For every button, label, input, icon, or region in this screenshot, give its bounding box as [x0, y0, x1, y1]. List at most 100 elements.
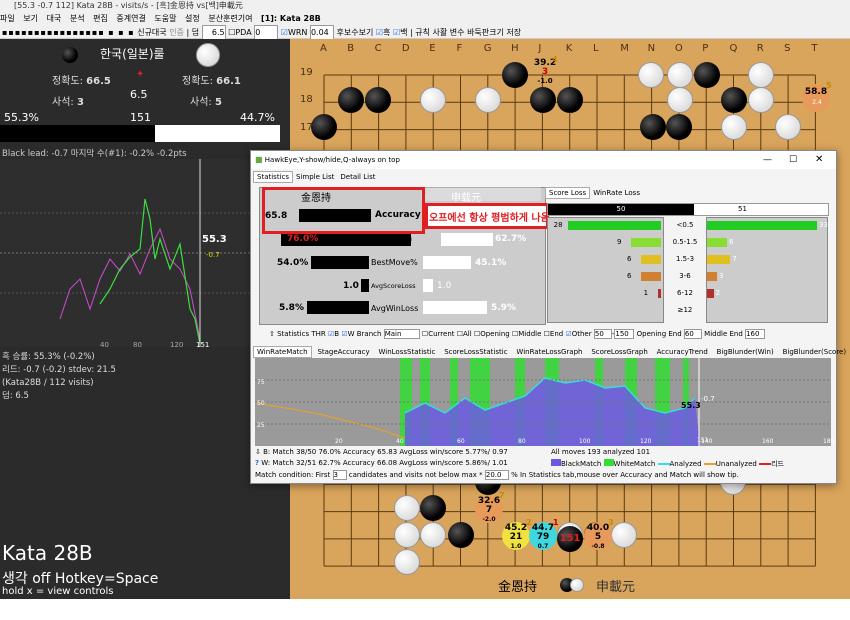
graph-y-tick: 25 — [257, 422, 265, 429]
menu-item-distributed[interactable]: 분산훈련기여 — [208, 14, 252, 23]
maximize-icon[interactable]: ☐ — [789, 151, 797, 169]
black-stone[interactable] — [365, 87, 391, 113]
tab-detail-list[interactable]: Detail List — [337, 172, 378, 182]
menu-item-view[interactable]: 보기 — [23, 14, 38, 23]
graph-x-tick: 40 — [396, 438, 404, 445]
black-stone[interactable] — [420, 495, 446, 521]
match-pct-input[interactable]: 20.0 — [484, 470, 509, 480]
pda-input[interactable]: 0 — [254, 25, 279, 40]
opening-end-input[interactable]: 60 — [683, 329, 702, 339]
pda-label: PDA — [235, 28, 252, 37]
menu-item-analysis[interactable]: 분석 — [70, 14, 85, 23]
tab-stageaccuracy[interactable]: StageAccuracy — [314, 347, 372, 357]
menu-item-file[interactable]: 파일 — [0, 14, 15, 23]
black-winloss-bar — [307, 301, 369, 314]
white-stone[interactable] — [638, 62, 664, 88]
tab-scorelossgraph[interactable]: ScoreLossGraph — [588, 347, 650, 357]
black-stone[interactable] — [530, 87, 556, 113]
row-label: 19 — [300, 67, 313, 78]
from-input[interactable]: 50 — [593, 329, 612, 339]
down-arrow-icon[interactable]: ⇩ — [255, 448, 261, 456]
up-arrow-icon[interactable]: ⇧ — [269, 330, 275, 338]
column-label: A — [320, 43, 327, 54]
menu-item-settings[interactable]: 설정 — [185, 14, 200, 23]
tab-statistics[interactable]: Statistics — [253, 171, 293, 183]
tab-bigblunder-score[interactable]: BigBlunder(Score) — [780, 347, 850, 357]
legend-lead: 리드 — [771, 460, 784, 468]
graph-x-tick: 20 — [335, 438, 343, 445]
close-icon[interactable]: ✕ — [815, 151, 823, 169]
graph-winrate-label: 55.3 — [202, 234, 227, 245]
black-stone[interactable] — [640, 114, 666, 140]
white-turn-icon — [570, 578, 584, 592]
black-loss-count: 28 — [553, 221, 563, 229]
tab-accuracytrend[interactable]: AccuracyTrend — [654, 347, 711, 357]
middle-end-input[interactable]: 160 — [745, 329, 766, 339]
wrn-input[interactable]: 0.04 — [309, 25, 334, 40]
black-bestmove-bar — [311, 256, 369, 269]
tab-score-loss[interactable]: Score Loss — [545, 187, 591, 199]
loss-range-label: 1.5-3 — [675, 255, 695, 263]
white-stone[interactable] — [721, 114, 747, 140]
menu-item-broadcast[interactable]: 중계연결 — [116, 14, 145, 23]
tab-winrate-loss[interactable]: WinRate Loss — [590, 188, 643, 198]
new-game-button[interactable]: 신규대국 — [137, 28, 166, 37]
hotkey-label: 생각 off Hotkey=Space — [2, 571, 159, 587]
white-stone[interactable] — [394, 549, 420, 575]
black-stone[interactable] — [694, 62, 720, 88]
white-stone[interactable] — [394, 495, 420, 521]
hawkeye-window[interactable]: ■ HawkEye,Y-show/hide,Q-always on top — … — [250, 150, 846, 484]
info-line: (Kata28B / 112 visits) — [2, 378, 94, 388]
hawkeye-titlebar[interactable]: ■ HawkEye,Y-show/hide,Q-always on top — … — [251, 151, 836, 169]
tab-bigblunder-win[interactable]: BigBlunder(Win) — [714, 347, 777, 357]
extra-menu[interactable]: 규칙 사활 변수 바둑판크기 저장 — [415, 28, 521, 37]
auth-button[interactable]: 인증 — [169, 28, 184, 37]
current-label: Current — [428, 330, 455, 338]
white-stone[interactable] — [667, 62, 693, 88]
white-stone[interactable] — [748, 87, 774, 113]
white-stone[interactable] — [775, 114, 801, 140]
help-icon[interactable]: ? — [255, 459, 259, 467]
menu-item-edit[interactable]: 편집 — [93, 14, 108, 23]
white-stone[interactable] — [420, 522, 446, 548]
wrn-checkbox[interactable]: ☑ — [281, 28, 288, 37]
white-stone[interactable] — [611, 522, 637, 548]
white-stone[interactable] — [748, 62, 774, 88]
engine-name: Kata 28B — [2, 541, 93, 565]
black-stone[interactable] — [666, 114, 692, 140]
tab-winlossstatistic[interactable]: WinLossStatistic — [376, 347, 439, 357]
match-first-input[interactable]: 3 — [332, 470, 347, 480]
white-stone[interactable] — [420, 87, 446, 113]
column-label: O — [674, 43, 683, 54]
black-stone[interactable] — [311, 114, 337, 140]
white-loss-count: 7 — [732, 255, 737, 263]
white-stone[interactable] — [394, 522, 420, 548]
white-accuracy-value: 66.1 — [216, 76, 241, 87]
black-captures-label: 사석: — [52, 97, 74, 108]
to-input[interactable]: 150 — [614, 329, 635, 339]
move-marker-icon: ✦ — [136, 69, 145, 80]
white-loss-count: 3 — [719, 272, 724, 280]
tab-winratelossgraph[interactable]: WinRateLossGraph — [513, 347, 585, 357]
komi-input[interactable]: 6.5 — [201, 25, 226, 40]
black-stone[interactable] — [721, 87, 747, 113]
annotation-text: 오프에선 항상 평범하게 나옴 — [429, 213, 550, 224]
black-loss-bar — [641, 272, 661, 281]
white-stone[interactable] — [475, 87, 501, 113]
black-stone[interactable] — [448, 522, 474, 548]
black-stone[interactable] — [557, 87, 583, 113]
black-stone[interactable] — [338, 87, 364, 113]
minimize-icon[interactable]: — — [763, 151, 772, 169]
branch-select[interactable]: Main — [383, 329, 420, 339]
white-stone[interactable] — [667, 87, 693, 113]
menu-item-help[interactable]: 도움말 — [154, 14, 176, 23]
tab-winratematch[interactable]: WinRateMatch — [253, 346, 312, 358]
opening-label: Opening — [480, 330, 510, 338]
black-checkbox[interactable]: ☑ — [376, 28, 383, 37]
menu-item-game[interactable]: 대국 — [47, 14, 62, 23]
black-stone[interactable] — [502, 62, 528, 88]
candidate-lead: -1.0 — [537, 77, 553, 85]
toolbar-icons[interactable]: ▪▪▪▪▪▪▪▪▪▪▪▪▪▪▪▪ ▪ ▪ ▪ — [2, 28, 135, 37]
tab-scorelossstatistic[interactable]: ScoreLossStatistic — [441, 347, 510, 357]
tab-simple-list[interactable]: Simple List — [293, 172, 337, 182]
